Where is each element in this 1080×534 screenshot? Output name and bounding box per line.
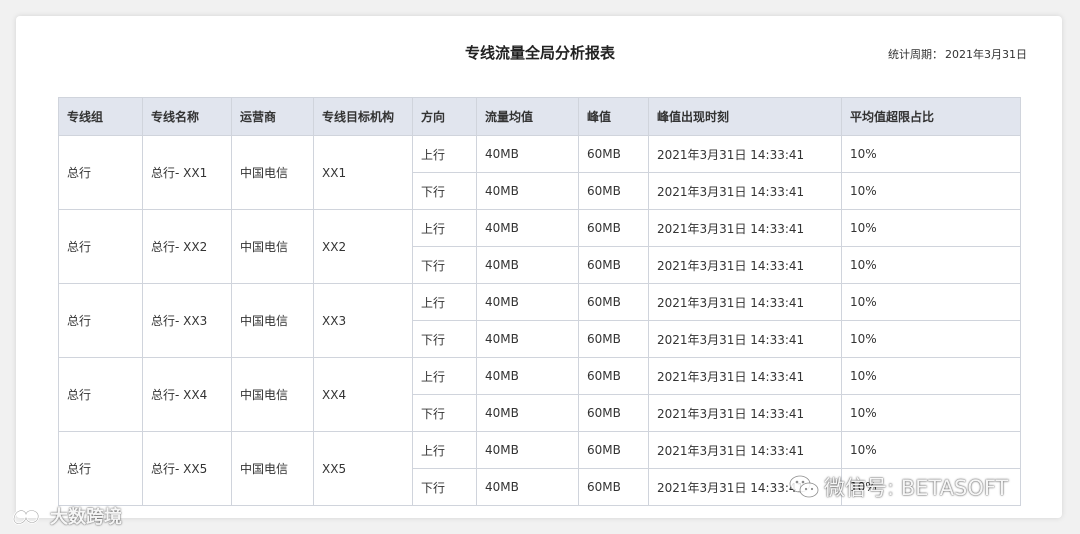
column-header: 峰值 [578,97,649,136]
peak-cell: 60MB [578,209,649,247]
period-label: 统计周期： [888,48,943,61]
peak-cell: 60MB [578,246,649,284]
avg-traffic-cell: 40MB [476,320,579,358]
avg-traffic-cell: 40MB [476,468,579,506]
direction-cell: 下行 [412,320,477,358]
line-group-cell: 总行 [58,431,143,506]
line-group-cell: 总行 [58,357,143,432]
target-org-cell: XX4 [313,357,413,432]
over-limit-ratio-cell: 10% [841,172,1021,210]
table-row: 总行 总行- XX5 中国电信 XX5 上行 40MB 60MB 2021年3月… [58,431,1021,506]
avg-traffic-cell: 40MB [476,431,579,469]
table-header-row: 专线组 专线名称 运营商 专线目标机构 方向 流量均值 峰值 峰值出现时刻 平均… [58,97,1021,136]
peak-time-cell: 2021年3月31日 14:33:41 [648,394,842,432]
over-limit-ratio-cell: 10% [841,394,1021,432]
wechat-watermark: 微信号: BETASOFT [788,472,1008,502]
column-header: 专线名称 [142,97,232,136]
over-limit-ratio-cell: 10% [841,246,1021,284]
peak-time-cell: 2021年3月31日 14:33:41 [648,357,842,395]
table-row: 总行 总行- XX4 中国电信 XX4 上行 40MB 60MB 2021年3月… [58,357,1021,432]
direction-cell: 下行 [412,246,477,284]
line-name-cell: 总行- XX3 [142,283,232,358]
brand-watermark: 大数跨境 [10,503,122,529]
line-name-cell: 总行- XX2 [142,209,232,284]
target-org-cell: XX2 [313,209,413,284]
over-limit-ratio-cell: 10% [841,135,1021,173]
over-limit-ratio-cell: 10% [841,320,1021,358]
avg-traffic-cell: 40MB [476,394,579,432]
avg-traffic-cell: 40MB [476,172,579,210]
line-name-cell: 总行- XX1 [142,135,232,210]
line-name-cell: 总行- XX5 [142,431,232,506]
direction-cell: 上行 [412,209,477,247]
peak-time-cell: 2021年3月31日 14:33:41 [648,431,842,469]
avg-traffic-cell: 40MB [476,283,579,321]
period-value: 2021年3月31日 [945,48,1027,61]
peak-time-cell: 2021年3月31日 14:33:41 [648,320,842,358]
avg-traffic-cell: 40MB [476,209,579,247]
carrier-cell: 中国电信 [231,357,314,432]
peak-time-cell: 2021年3月31日 14:33:41 [648,246,842,284]
brand-watermark-text: 大数跨境 [50,507,122,528]
peak-cell: 60MB [578,172,649,210]
carrier-cell: 中国电信 [231,209,314,284]
peak-cell: 60MB [578,394,649,432]
line-group-cell: 总行 [58,209,143,284]
peak-cell: 60MB [578,431,649,469]
direction-cell: 上行 [412,431,477,469]
avg-traffic-cell: 40MB [476,246,579,284]
over-limit-ratio-cell: 10% [841,209,1021,247]
column-header: 平均值超限占比 [841,97,1021,136]
column-header: 专线目标机构 [313,97,413,136]
peak-time-cell: 2021年3月31日 14:33:41 [648,209,842,247]
over-limit-ratio-cell: 10% [841,283,1021,321]
wechat-watermark-text: 微信号: BETASOFT [824,476,1009,500]
column-header: 方向 [412,97,477,136]
peak-cell: 60MB [578,135,649,173]
carrier-cell: 中国电信 [231,135,314,210]
avg-traffic-cell: 40MB [476,357,579,395]
line-name-cell: 总行- XX4 [142,357,232,432]
brand-logo-icon [12,509,40,525]
table-row: 总行 总行- XX1 中国电信 XX1 上行 40MB 60MB 2021年3月… [58,135,1021,210]
avg-traffic-cell: 40MB [476,135,579,173]
direction-cell: 下行 [412,172,477,210]
peak-cell: 60MB [578,468,649,506]
table-row: 总行 总行- XX3 中国电信 XX3 上行 40MB 60MB 2021年3月… [58,283,1021,358]
peak-cell: 60MB [578,357,649,395]
target-org-cell: XX5 [313,431,413,506]
carrier-cell: 中国电信 [231,283,314,358]
direction-cell: 上行 [412,283,477,321]
column-header: 运营商 [231,97,314,136]
column-header: 专线组 [58,97,143,136]
table-row: 总行 总行- XX2 中国电信 XX2 上行 40MB 60MB 2021年3月… [58,209,1021,284]
column-header: 流量均值 [476,97,579,136]
target-org-cell: XX1 [313,135,413,210]
over-limit-ratio-cell: 10% [841,431,1021,469]
line-group-cell: 总行 [58,135,143,210]
peak-time-cell: 2021年3月31日 14:33:41 [648,283,842,321]
line-group-cell: 总行 [58,283,143,358]
direction-cell: 上行 [412,135,477,173]
column-header: 峰值出现时刻 [648,97,842,136]
peak-time-cell: 2021年3月31日 14:33:41 [648,172,842,210]
carrier-cell: 中国电信 [231,431,314,506]
direction-cell: 上行 [412,357,477,395]
direction-cell: 下行 [412,468,477,506]
over-limit-ratio-cell: 10% [841,357,1021,395]
wechat-icon [789,475,819,498]
peak-time-cell: 2021年3月31日 14:33:41 [648,135,842,173]
traffic-report-table: 专线组 专线名称 运营商 专线目标机构 方向 流量均值 峰值 峰值出现时刻 平均… [58,97,1021,506]
report-period: 统计周期： 2021年3月31日 [888,46,1027,62]
direction-cell: 下行 [412,394,477,432]
peak-cell: 60MB [578,320,649,358]
target-org-cell: XX3 [313,283,413,358]
peak-cell: 60MB [578,283,649,321]
